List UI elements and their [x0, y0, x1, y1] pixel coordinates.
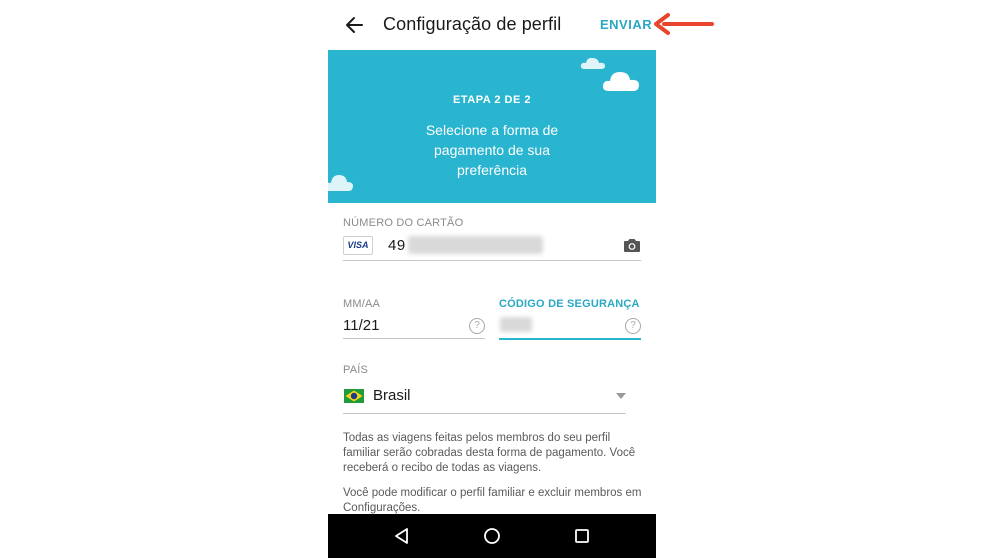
camera-icon — [624, 239, 640, 252]
cloud-icon — [580, 57, 605, 69]
expiry-label: MM/AA — [343, 298, 381, 310]
country-label: PAÍS — [343, 364, 369, 376]
system-navigation-bar — [328, 514, 656, 558]
nav-recents-button[interactable] — [572, 526, 592, 546]
cloud-icon — [328, 175, 353, 191]
expiry-underline — [343, 338, 485, 339]
redacted-card-digits — [408, 236, 543, 254]
cloud-icon — [602, 72, 639, 91]
security-code-underline — [499, 338, 641, 340]
visa-card-icon: VISA — [343, 236, 373, 255]
security-code-label: CÓDIGO DE SEGURANÇA — [499, 298, 640, 310]
country-underline — [343, 413, 626, 414]
help-circle-icon[interactable]: ? — [625, 318, 641, 334]
nav-back-button[interactable] — [392, 526, 412, 546]
arrow-left-icon — [346, 17, 363, 33]
card-number-label: NÚMERO DO CARTÃO — [343, 217, 464, 229]
nav-home-icon — [484, 528, 500, 544]
card-number-input[interactable]: 49 — [388, 237, 406, 254]
security-code-input[interactable] — [500, 317, 532, 332]
phone-screen: Configuração de perfil ENVIAR ETAPA 2 DE… — [328, 0, 656, 558]
banner-message: Selecione a forma de pagamento de sua pr… — [425, 122, 559, 178]
brazil-flag-icon — [344, 389, 364, 403]
step-banner: ETAPA 2 DE 2 Selecione a forma de pagame… — [328, 50, 656, 203]
scan-card-button[interactable] — [623, 237, 641, 253]
send-button[interactable]: ENVIAR — [600, 17, 652, 32]
page-title: Configuração de perfil — [383, 14, 562, 34]
chevron-down-icon[interactable] — [616, 393, 626, 399]
card-number-underline — [343, 260, 641, 261]
back-button[interactable] — [342, 12, 368, 38]
step-label: ETAPA 2 DE 2 — [453, 94, 531, 106]
annotation-arrow-icon — [654, 13, 714, 35]
nav-home-button[interactable] — [482, 526, 502, 546]
nav-recents-icon — [575, 529, 589, 543]
nav-back-icon — [395, 528, 408, 544]
help-circle-icon[interactable]: ? — [469, 318, 485, 334]
top-app-bar: Configuração de perfil ENVIAR — [328, 0, 656, 50]
expiry-input[interactable]: 11/21 — [343, 317, 379, 334]
country-select[interactable]: Brasil — [373, 387, 411, 404]
card-number-value: 49 — [388, 237, 406, 254]
info-paragraph-billing: Todas as viagens feitas pelos membros do… — [343, 432, 636, 474]
info-paragraph-settings: Você pode modificar o perfil familiar e … — [343, 487, 642, 514]
